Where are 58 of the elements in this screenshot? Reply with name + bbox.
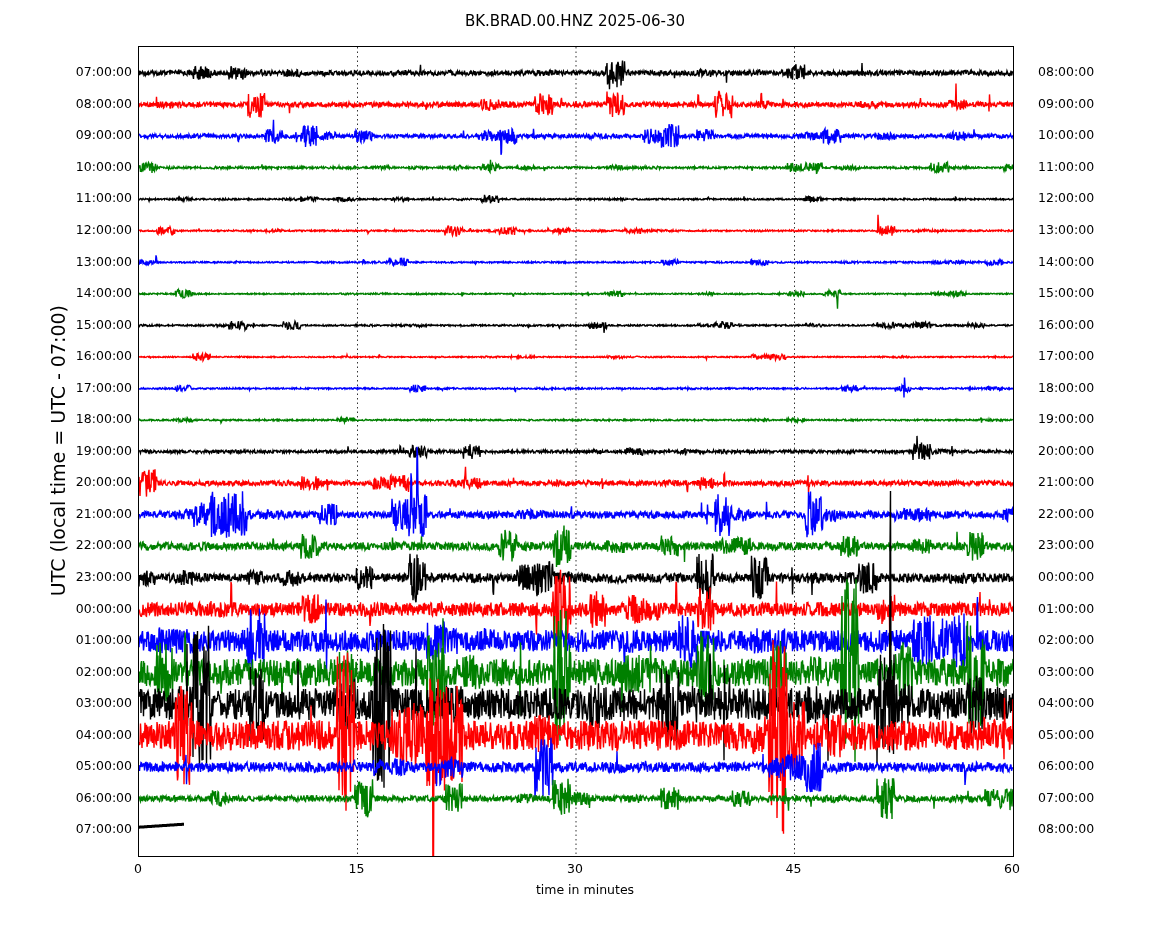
row-time-label: 05:00:00 [75,757,132,776]
row-time-label: 20:00:00 [1038,441,1095,460]
row-time-label: 00:00:00 [1038,567,1095,586]
row-time-label: 03:00:00 [1038,662,1095,681]
row-time-label: 13:00:00 [75,252,132,271]
row-time-label: 06:00:00 [1038,757,1095,776]
row-time-label: 02:00:00 [1038,631,1095,650]
row-time-label: 04:00:00 [1038,694,1095,713]
x-axis-label: time in minutes [535,882,635,897]
row-time-label: 05:00:00 [1038,725,1095,744]
row-time-label: 08:00:00 [1038,63,1095,82]
row-time-label: 00:00:00 [75,599,132,618]
row-time-label: 17:00:00 [75,378,132,397]
row-time-label: 13:00:00 [1038,220,1095,239]
row-time-label: 09:00:00 [1038,94,1095,113]
row-time-label: 15:00:00 [1038,284,1095,303]
x-tick-label: 15 [347,861,366,876]
row-time-label: 12:00:00 [1038,189,1095,208]
row-time-label: 11:00:00 [75,189,132,208]
row-time-label: 08:00:00 [1038,820,1095,839]
row-time-label: 19:00:00 [75,441,132,460]
row-time-label: 06:00:00 [75,788,132,807]
row-time-label: 22:00:00 [1038,504,1095,523]
x-tick-label: 45 [784,861,803,876]
row-time-label: 19:00:00 [1038,410,1095,429]
row-time-label: 03:00:00 [75,694,132,713]
row-time-label: 01:00:00 [1038,599,1095,618]
row-time-label: 02:00:00 [75,662,132,681]
row-time-label: 18:00:00 [1038,378,1095,397]
row-time-label: 22:00:00 [75,536,132,555]
row-time-label: 20:00:00 [75,473,132,492]
row-time-label: 07:00:00 [75,820,132,839]
row-time-label: 14:00:00 [1038,252,1095,271]
row-time-label: 04:00:00 [75,725,132,744]
row-time-label: 11:00:00 [1038,157,1095,176]
row-time-label: 23:00:00 [1038,536,1095,555]
row-time-label: 14:00:00 [75,284,132,303]
x-tick-label: 30 [566,861,584,876]
row-time-label: 15:00:00 [75,315,132,334]
row-time-label: 17:00:00 [1038,347,1095,366]
row-time-label: 07:00:00 [1038,788,1095,807]
chart-title: BK.BRAD.00.HNZ 2025-06-30 [464,12,686,32]
row-time-label: 12:00:00 [75,220,132,239]
x-tick-label: 60 [1003,861,1021,876]
row-time-label: 18:00:00 [75,410,132,429]
y-axis-label: UTC (local time = UTC - 07:00) [47,304,69,597]
row-time-label: 07:00:00 [75,63,132,82]
x-tick-label: 0 [133,861,143,876]
row-time-label: 10:00:00 [1038,126,1095,145]
row-time-label: 16:00:00 [1038,315,1095,334]
row-time-label: 01:00:00 [75,631,132,650]
row-time-label: 10:00:00 [75,157,132,176]
row-time-label: 09:00:00 [75,126,132,145]
row-time-label: 16:00:00 [75,347,132,366]
row-time-label: 23:00:00 [75,567,132,586]
row-time-label: 21:00:00 [75,504,132,523]
row-time-label: 08:00:00 [75,94,132,113]
row-time-label: 21:00:00 [1038,473,1095,492]
